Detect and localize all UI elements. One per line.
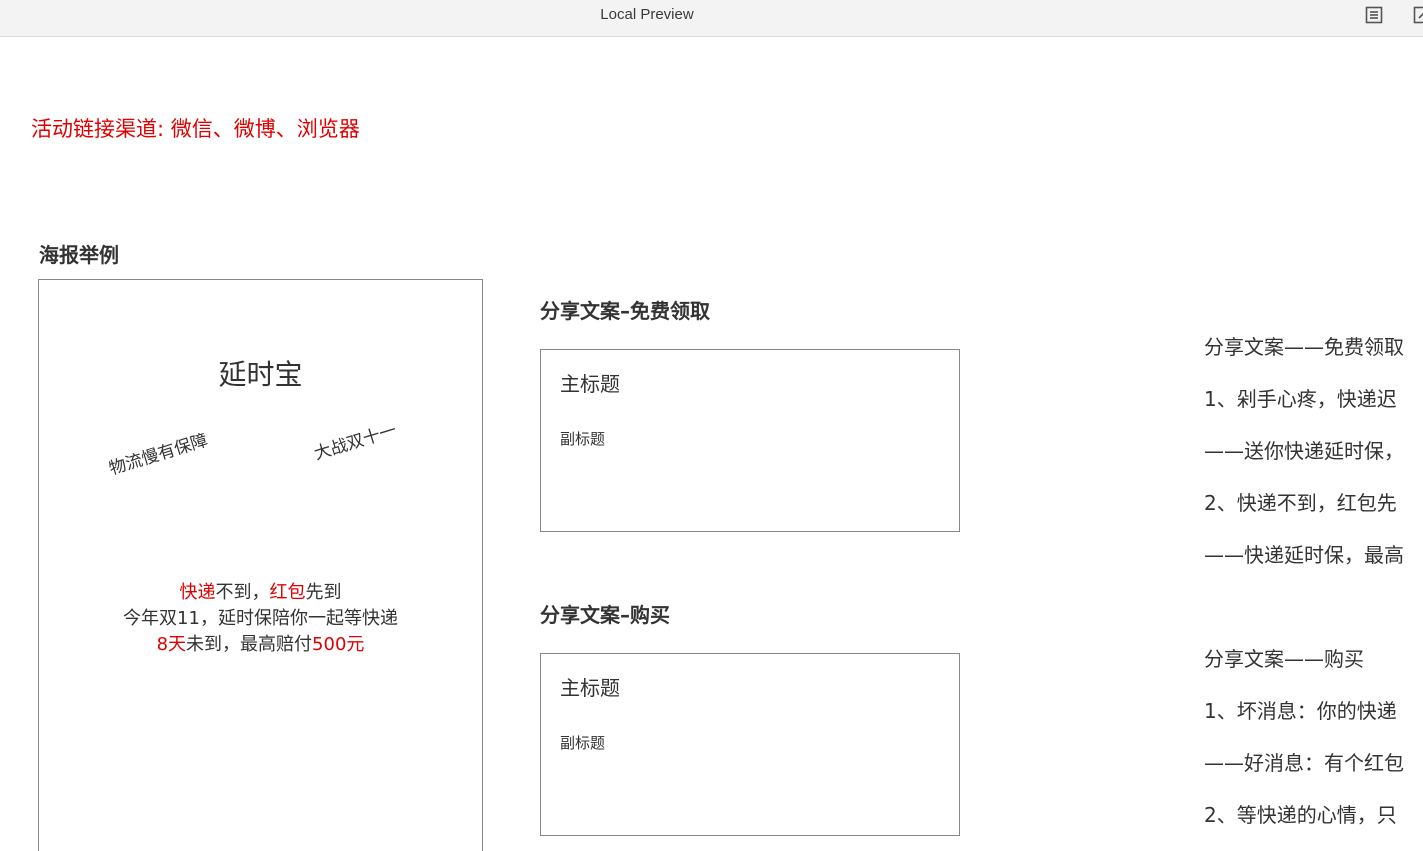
poster-body: 快递不到，红包先到 今年双11，延时保陪你一起等快递 8天未到，最高赔付500元 — [39, 580, 482, 658]
poster-frame: 延时宝 物流慢有保障 大战双十一 快递不到，红包先到 今年双11，延时保陪你一起… — [38, 279, 483, 851]
share-free-main-title: 主标题 — [560, 372, 620, 396]
window-title: Local Preview — [600, 6, 694, 23]
copy-free-line: 2、快递不到，红包先 — [1204, 491, 1397, 515]
preview-canvas: 活动链接渠道: 微信、微博、浏览器 海报举例 延时宝 物流慢有保障 大战双十一 … — [0, 37, 1423, 851]
poster-title: 延时宝 — [218, 358, 303, 391]
copy-free-line: ——快递延时保，最高 — [1204, 543, 1404, 567]
external-window-icon[interactable] — [1412, 5, 1423, 25]
channel-text: 活动链接渠道: 微信、微博、浏览器 — [31, 117, 360, 141]
share-free-sub-title: 副标题 — [560, 430, 606, 448]
copy-free-line: ——送你快递延时保， — [1204, 439, 1404, 463]
poster-section-label: 海报举例 — [39, 243, 119, 267]
copy-free-heading: 分享文案——免费领取 — [1204, 335, 1404, 359]
share-buy-label: 分享文案–购买 — [540, 603, 670, 627]
share-buy-card: 主标题 副标题 — [540, 653, 960, 836]
copy-buy-line: ——好消息：有个红包 — [1204, 751, 1404, 775]
share-free-label: 分享文案–免费领取 — [540, 299, 710, 323]
poster-tag-left: 物流慢有保障 — [106, 430, 211, 480]
share-buy-sub-title: 副标题 — [560, 734, 606, 752]
poster-line-2: 今年双11，延时保陪你一起等快递 — [123, 608, 398, 629]
copy-buy-line: 1、坏消息：你的快递 — [1204, 699, 1397, 723]
poster-tag-right: 大战双十一 — [311, 420, 399, 465]
copy-buy-line: 2、等快递的心情，只 — [1204, 803, 1397, 827]
share-buy-main-title: 主标题 — [560, 676, 620, 700]
window-titlebar: Local Preview — [0, 0, 1423, 37]
share-free-card: 主标题 副标题 — [540, 349, 960, 532]
copy-buy-heading: 分享文案——购买 — [1204, 647, 1364, 671]
document-outline-icon[interactable] — [1364, 5, 1384, 25]
poster-line-1: 快递不到，红包先到 — [179, 582, 342, 603]
copy-free-line: 1、剁手心疼，快递迟 — [1204, 387, 1397, 411]
poster-line-3: 8天未到，最高赔付500元 — [156, 634, 365, 655]
